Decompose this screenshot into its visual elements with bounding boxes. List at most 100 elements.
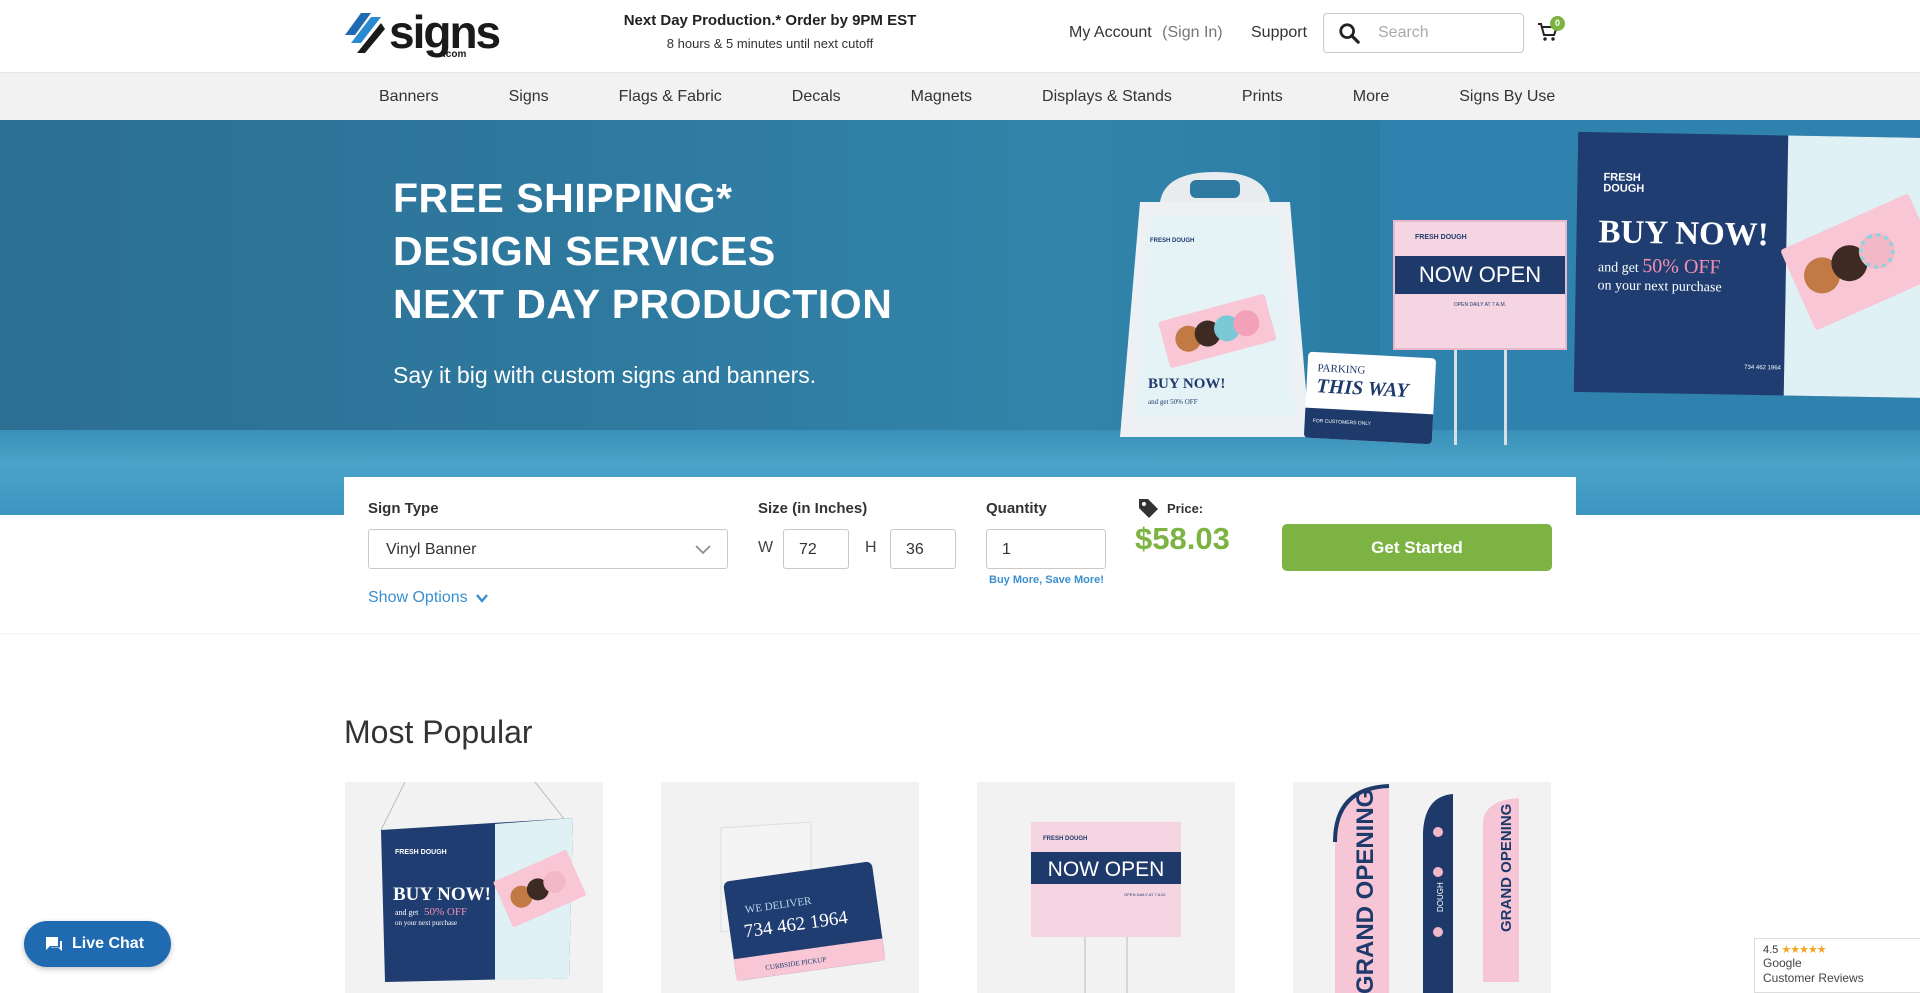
banner-contact: 734 462 1964 (1744, 364, 1781, 372)
get-started-button[interactable]: Get Started (1282, 524, 1552, 571)
card-offer-suffix: on your next purchase (395, 919, 457, 927)
parking-sign-image: PARKING THIS WAY FOR CUSTOMERS ONLY (1303, 351, 1437, 445)
card-brand: FRESH DOUGH (395, 849, 447, 856)
card-offer-prefix: and get (395, 908, 419, 917)
nav-item-more[interactable]: More (1318, 73, 1424, 121)
nav-item-banners[interactable]: Banners (344, 73, 474, 121)
signs-logo[interactable]: signs .com (343, 9, 501, 60)
width-label: W (758, 539, 774, 556)
yard-sign-image: FRESH DOUGH NOW OPEN OPEN DAILY AT 7 A.M… (1393, 220, 1567, 350)
show-options-toggle[interactable]: Show Options (368, 589, 488, 607)
size-label: Size (in Inches) (758, 500, 868, 517)
nav-list: Banners Signs Flags & Fabric Decals Magn… (344, 73, 1576, 121)
hero-headline-line: FREE SHIPPING* (393, 175, 733, 221)
yard-sign-stake (1504, 350, 1507, 445)
aframe-sign-image: BUY NOW! and get 50% OFF FRESH DOUGH (1120, 172, 1310, 437)
card-flag2: DOUGH (1436, 882, 1445, 912)
banner-offer-highlight: 50% OFF (1642, 255, 1721, 279)
logo-mark-icon (345, 13, 385, 53)
card-offer-highlight: 50% OFF (424, 906, 467, 918)
hero-headline: FREE SHIPPING* DESIGN SERVICES NEXT DAY … (393, 172, 892, 331)
yard-sign-stake (1454, 350, 1457, 445)
yard-sign-product-image[interactable]: NOW OPEN FRESH DOUGH OPEN DAILY AT 7 A.M… (977, 782, 1235, 993)
my-account-link[interactable]: My Account (Sign In) (1069, 24, 1223, 42)
show-options-label[interactable]: Show Options (368, 589, 468, 606)
parking-sign-line1: PARKING (1317, 362, 1366, 377)
banner-brand: FRESH DOUGH (1603, 171, 1645, 196)
reviews-line1: Google (1763, 956, 1802, 970)
price-tag-icon (1139, 499, 1158, 518)
width-input[interactable]: 72 (783, 529, 849, 569)
card-brand: FRESH DOUGH (1043, 836, 1087, 842)
product-card-yard-sign[interactable]: NOW OPEN FRESH DOUGH OPEN DAILY AT 7 A.M… (977, 782, 1235, 993)
product-card-vinyl-banner[interactable]: FRESH DOUGH BUY NOW! and get 50% OFF on … (345, 782, 603, 993)
most-popular-heading: Most Popular (344, 714, 533, 750)
cart-button[interactable]: 0 (1537, 16, 1565, 44)
product-card-feather-flag[interactable]: GRAND OPENING DOUGH GRAND OPENING (1293, 782, 1551, 993)
search-icon[interactable] (1338, 22, 1360, 44)
nav-item-decals[interactable]: Decals (757, 73, 876, 121)
star-rating-icon: ★★★★★ (1781, 944, 1826, 956)
reviews-score: 4.5 (1763, 944, 1779, 956)
yard-sign-title: NOW OPEN (1395, 256, 1565, 294)
product-card-aluminum-sign[interactable]: WE DELIVER 734 462 1964 CURBSIDE PICKUP (661, 782, 919, 993)
chevron-down-icon[interactable] (695, 542, 711, 556)
reviews-line2: Customer Reviews (1763, 971, 1864, 985)
card-title: BUY NOW! (393, 884, 491, 905)
yard-sign-hours: OPEN DAILY AT 7 A.M. (1453, 302, 1507, 308)
parking-sign-line2: THIS WAY (1315, 375, 1410, 402)
hero-subheadline: Say it big with custom signs and banners… (393, 362, 817, 388)
card-flag1: GRAND OPENING (1352, 789, 1379, 993)
vinyl-banner-product-image[interactable]: FRESH DOUGH BUY NOW! and get 50% OFF on … (345, 782, 603, 993)
quantity-input[interactable]: 1 (986, 529, 1106, 569)
hero-banner[interactable]: FREE SHIPPING* DESIGN SERVICES NEXT DAY … (0, 120, 1920, 515)
reviews-rating: 4.5 ★★★★★ (1763, 943, 1912, 956)
banner-offer: and get 50% OFF on your next purchase (1597, 255, 1722, 297)
height-input[interactable]: 36 (890, 529, 956, 569)
chevron-down-icon[interactable] (476, 593, 488, 603)
promo-countdown: 8 hours & 5 minutes until next cutoff (666, 36, 874, 51)
price-value: $58.03 (1135, 521, 1230, 556)
nav-item-prints[interactable]: Prints (1207, 73, 1318, 121)
logo-suffix: .com (443, 49, 467, 60)
cart-count-badge: 0 (1550, 16, 1565, 31)
quantity-label: Quantity (986, 500, 1047, 517)
nav-item-displays-stands[interactable]: Displays & Stands (1007, 73, 1207, 121)
search-box[interactable] (1323, 13, 1524, 53)
sign-in-link[interactable]: (Sign In) (1162, 24, 1222, 41)
sign-type-select[interactable]: Vinyl Banner (368, 529, 728, 569)
nav-item-signs-by-use[interactable]: Signs By Use (1424, 73, 1590, 121)
aframe-offer: and get 50% OFF (1148, 398, 1198, 406)
aframe-title: BUY NOW! (1148, 376, 1225, 392)
nav-item-magnets[interactable]: Magnets (876, 73, 1007, 121)
hero-headline-line: NEXT DAY PRODUCTION (393, 281, 893, 327)
promo-title: Next Day Production.* Order by 9PM EST (623, 12, 917, 29)
banner-offer-suffix: on your next purchase (1597, 278, 1722, 296)
support-link[interactable]: Support (1251, 24, 1307, 42)
height-label: H (865, 539, 877, 556)
google-reviews-badge[interactable]: 4.5 ★★★★★ Google Customer Reviews (1754, 938, 1920, 993)
nav-item-flags-fabric[interactable]: Flags & Fabric (584, 73, 757, 121)
card-hours: OPEN DAILY AT 7 A.M. (1124, 892, 1166, 897)
sign-type-label: Sign Type (368, 500, 439, 517)
buy-more-save-more-link[interactable]: Buy More, Save More! (989, 574, 1104, 586)
aluminum-sign-product-image[interactable]: WE DELIVER 734 462 1964 CURBSIDE PICKUP (661, 782, 919, 993)
sign-configurator: Sign Type Vinyl Banner Show Options Size… (344, 477, 1576, 635)
card-flag3: GRAND OPENING (1498, 804, 1515, 932)
live-chat-label[interactable]: Live Chat (72, 935, 144, 953)
chat-bubble-icon[interactable] (45, 936, 63, 952)
site-header: signs .com Next Day Production.* Order b… (0, 0, 1920, 72)
configurator-divider (0, 633, 1920, 635)
card-title: NOW OPEN (1048, 858, 1165, 881)
hero-headline-line: DESIGN SERVICES (393, 228, 776, 274)
search-input[interactable] (1378, 22, 1518, 44)
sign-type-value[interactable]: Vinyl Banner (386, 541, 476, 559)
feather-flag-product-image[interactable]: GRAND OPENING DOUGH GRAND OPENING (1293, 782, 1551, 993)
account-label[interactable]: My Account (1069, 24, 1152, 41)
nav-item-signs[interactable]: Signs (474, 73, 584, 121)
main-nav: Banners Signs Flags & Fabric Decals Magn… (0, 72, 1920, 120)
banner-offer-prefix: and get (1597, 260, 1639, 276)
banner-brand-line: DOUGH (1603, 182, 1645, 196)
banner-title: BUY NOW! (1598, 214, 1770, 254)
live-chat-button[interactable]: Live Chat (24, 921, 171, 967)
